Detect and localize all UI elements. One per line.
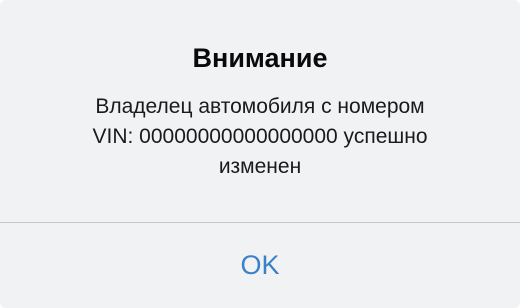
alert-message-line: Владелец автомобиля с номером bbox=[95, 95, 425, 118]
alert-message: Владелец автомобиля с номером VIN: 00000… bbox=[25, 92, 495, 182]
alert-dialog: Внимание Владелец автомобиля с номером V… bbox=[0, 0, 520, 308]
ok-button[interactable]: OK bbox=[0, 223, 520, 308]
alert-message-line: изменен bbox=[218, 155, 302, 178]
alert-message-line: VIN: 00000000000000000 успешно bbox=[92, 125, 428, 148]
alert-title: Внимание bbox=[192, 43, 328, 73]
alert-content: Внимание Владелец автомобиля с номером V… bbox=[0, 0, 520, 222]
